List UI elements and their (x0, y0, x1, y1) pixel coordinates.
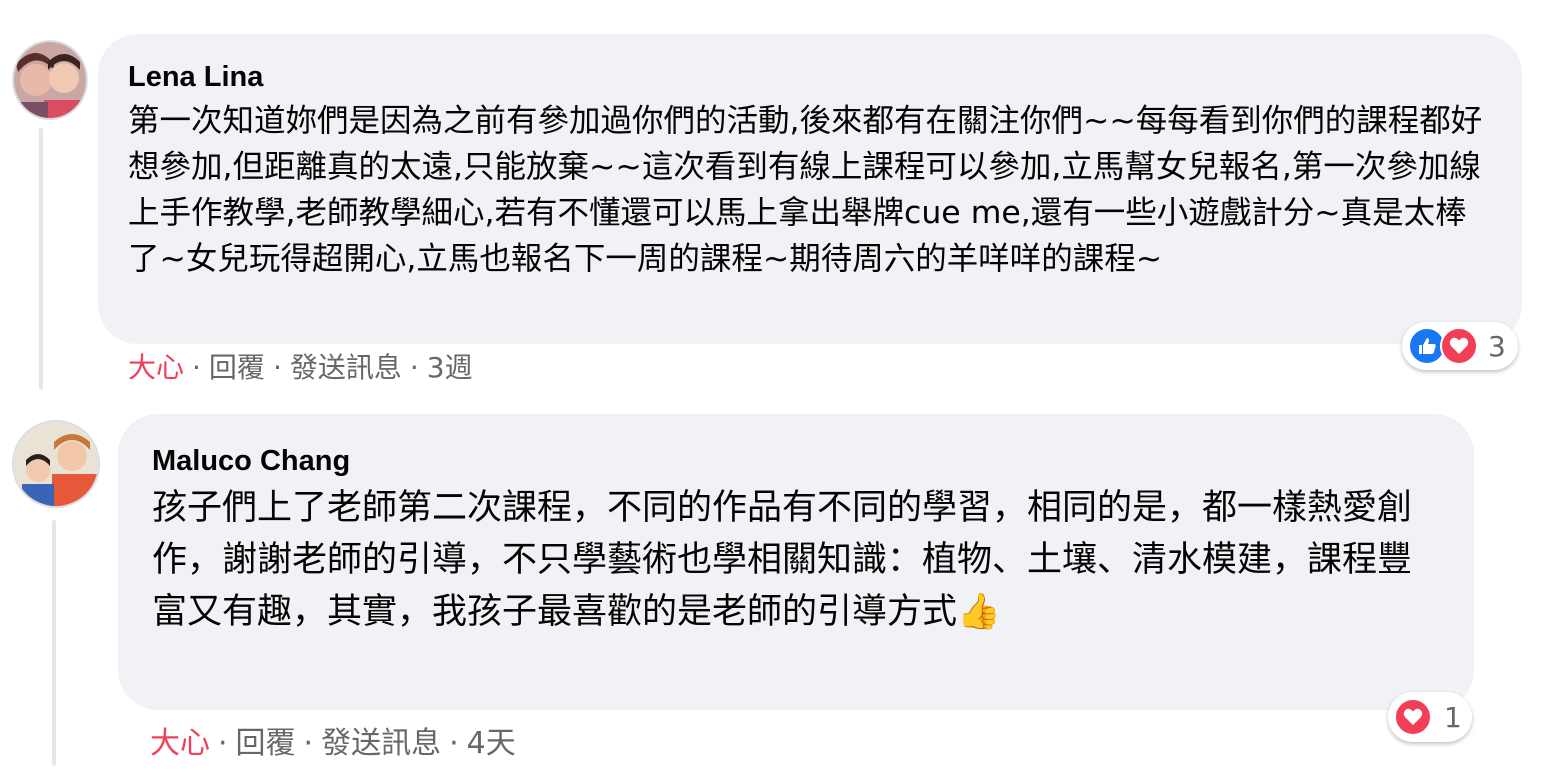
love-reaction-button[interactable]: 大心 (128, 351, 184, 384)
separator: · (303, 726, 314, 761)
love-reaction-button[interactable]: 大心 (150, 726, 210, 761)
timestamp[interactable]: 3週 (427, 351, 473, 384)
separator: · (192, 351, 201, 384)
comment-actions: 大心 · 回覆 · 發送訊息 · 4天 (150, 718, 516, 762)
avatar-photo (14, 422, 98, 506)
comment-text: 第一次知道妳們是因為之前有參加過你們的活動,後來都有在關注你們~~每每看到你們的… (128, 103, 1483, 277)
comment-text: 孩子們上了老師第二次課程，不同的作品有不同的學習，相同的是，都一樣熱愛創作，謝謝… (152, 488, 1413, 632)
thread-line (52, 520, 56, 766)
comment-bubble: Lena Lina 第一次知道妳們是因為之前有參加過你們的活動,後來都有在關注你… (98, 34, 1522, 344)
separator: · (272, 351, 282, 384)
love-icon (1394, 698, 1432, 736)
comment-author[interactable]: Lena Lina (128, 60, 1492, 94)
love-icon (1440, 327, 1478, 365)
reaction-summary[interactable]: 1 (1388, 692, 1472, 742)
reply-button[interactable]: 回覆 (209, 351, 265, 384)
avatar[interactable] (12, 420, 100, 508)
avatar[interactable] (12, 40, 88, 120)
reaction-count: 1 (1444, 700, 1462, 734)
comment-author[interactable]: Maluco Chang (152, 444, 1440, 478)
reply-button[interactable]: 回覆 (236, 726, 296, 761)
comment-actions: 大心 · 回覆 · 發送訊息 · 3週 (128, 346, 473, 386)
reaction-count: 3 (1488, 329, 1506, 363)
send-message-button[interactable]: 發送訊息 (290, 351, 402, 384)
separator: · (409, 351, 419, 384)
timestamp[interactable]: 4天 (467, 726, 516, 761)
avatar-photo (14, 42, 86, 118)
send-message-button[interactable]: 發送訊息 (321, 726, 441, 761)
thread-line (39, 128, 43, 390)
separator: · (449, 726, 459, 761)
comment-bubble: Maluco Chang 孩子們上了老師第二次課程，不同的作品有不同的學習，相同… (118, 414, 1474, 710)
reaction-summary[interactable]: 3 (1402, 322, 1518, 370)
separator: · (218, 726, 228, 761)
